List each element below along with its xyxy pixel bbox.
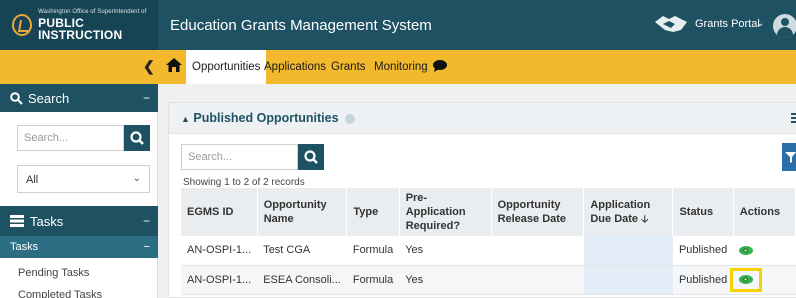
sidebar-tasks-title: Tasks bbox=[30, 213, 64, 229]
view-eye-icon[interactable] bbox=[739, 275, 754, 285]
ospi-logo[interactable]: Washington Office of Superintendent of P… bbox=[0, 0, 158, 50]
main-nav: ❮ Opportunities Applications Grants Moni… bbox=[0, 50, 796, 84]
opportunities-search-button[interactable] bbox=[298, 144, 324, 170]
col-actions: Actions bbox=[733, 188, 796, 236]
cell-pre-application: Yes bbox=[399, 265, 492, 295]
panel-header: ▲ Published Opportunities bbox=[169, 103, 796, 134]
col-release-date[interactable]: Opportunity Release Date bbox=[491, 188, 585, 236]
sidebar-item-tasks[interactable]: Tasks − bbox=[0, 236, 158, 258]
hamburger-menu-icon[interactable] bbox=[791, 113, 796, 125]
panel-title[interactable]: ▲ Published Opportunities bbox=[181, 111, 356, 125]
tab-grants[interactable]: Grants bbox=[331, 50, 366, 84]
app-header: Washington Office of Superintendent of P… bbox=[0, 0, 796, 50]
search-icon bbox=[10, 91, 23, 105]
opportunities-table: EGMS ID Opportunity Name Type Pre-Applic… bbox=[181, 188, 796, 295]
cell-due-date bbox=[583, 236, 673, 266]
collapse-tasks-sub-icon[interactable]: − bbox=[144, 241, 150, 253]
records-count: Showing 1 to 2 of 2 records bbox=[183, 177, 305, 188]
chevron-down-icon: ⌄ bbox=[132, 173, 141, 184]
home-icon[interactable] bbox=[166, 58, 182, 72]
table-row[interactable]: AN-OSPI-1... ESEA Consoli... Formula Yes… bbox=[181, 265, 796, 295]
sort-arrow-down-icon: 🡣 bbox=[641, 213, 649, 225]
sidebar-item-pending-tasks[interactable]: Pending Tasks bbox=[18, 267, 89, 279]
highlighted-view-action[interactable] bbox=[730, 267, 763, 292]
filter-icon bbox=[785, 152, 796, 163]
sidebar-search-title: Search bbox=[28, 90, 70, 106]
sidebar-tasks-header[interactable]: Tasks − bbox=[0, 206, 158, 236]
col-pre-application[interactable]: Pre-Application Required? bbox=[399, 188, 492, 236]
tasks-list-icon bbox=[10, 215, 24, 227]
caret-up-icon: ▲ bbox=[181, 114, 190, 124]
col-status[interactable]: Status bbox=[672, 188, 734, 236]
tab-applications[interactable]: Applications bbox=[264, 50, 326, 84]
cell-type: Formula bbox=[346, 236, 400, 266]
sidebar-filter-select[interactable]: All ⌄ bbox=[17, 165, 150, 193]
cell-actions bbox=[733, 236, 796, 266]
collapse-tasks-icon[interactable]: − bbox=[143, 214, 150, 228]
cell-egms-id: AN-OSPI-1... bbox=[181, 265, 258, 295]
logo-org-small: Washington Office of Superintendent of bbox=[38, 9, 147, 15]
sidebar-search-input[interactable]: Search... bbox=[17, 125, 124, 151]
chat-icon[interactable] bbox=[433, 60, 447, 72]
user-avatar[interactable] bbox=[773, 14, 796, 38]
chevron-down-icon[interactable]: ⌄ bbox=[756, 18, 764, 29]
panel-title-text: Published Opportunities bbox=[193, 111, 339, 125]
app-title: Education Grants Management System bbox=[170, 16, 432, 34]
logo-org-big: PUBLIC INSTRUCTION bbox=[38, 16, 123, 42]
cell-due-date bbox=[583, 265, 673, 295]
main-content: ▲ Published Opportunities Search... Show… bbox=[158, 84, 796, 298]
cell-type: Formula bbox=[346, 265, 400, 295]
cell-actions bbox=[730, 265, 796, 295]
cell-release-date bbox=[491, 265, 584, 295]
sidebar: Search − Search... All ⌄ Tasks − Tasks −… bbox=[0, 84, 158, 298]
cell-release-date bbox=[491, 236, 584, 266]
filter-button[interactable] bbox=[782, 143, 796, 171]
cell-pre-application: Yes bbox=[399, 236, 492, 266]
grants-portal-menu[interactable]: Grants Portal bbox=[695, 18, 760, 30]
col-due-date[interactable]: Application Due Date 🡣 bbox=[583, 188, 674, 236]
handshake-icon bbox=[655, 16, 687, 32]
table-row[interactable]: AN-OSPI-1... Test CGA Formula Yes Publis… bbox=[181, 236, 796, 266]
table-header-row: EGMS ID Opportunity Name Type Pre-Applic… bbox=[181, 188, 796, 236]
cell-egms-id: AN-OSPI-1... bbox=[181, 236, 258, 266]
view-eye-icon[interactable] bbox=[739, 245, 754, 255]
cell-status: Published bbox=[672, 236, 734, 266]
tab-opportunities[interactable]: Opportunities bbox=[186, 50, 267, 84]
tab-monitoring[interactable]: Monitoring bbox=[374, 50, 428, 84]
sidebar-select-value: All bbox=[26, 174, 39, 186]
ospi-logo-icon bbox=[12, 14, 33, 36]
sidebar-item-completed-tasks[interactable]: Completed Tasks bbox=[18, 289, 102, 298]
col-opportunity-name[interactable]: Opportunity Name bbox=[257, 188, 348, 236]
col-egms-id[interactable]: EGMS ID bbox=[181, 188, 258, 236]
search-icon bbox=[304, 150, 318, 164]
cell-opportunity-name[interactable]: Test CGA bbox=[257, 236, 347, 266]
info-icon[interactable] bbox=[345, 113, 356, 124]
cell-status: Published bbox=[672, 265, 734, 295]
search-icon bbox=[130, 131, 144, 145]
collapse-search-icon[interactable]: − bbox=[143, 91, 150, 105]
sidebar-item-tasks-label: Tasks bbox=[10, 241, 39, 253]
col-type[interactable]: Type bbox=[346, 188, 400, 236]
collapse-sidebar-icon[interactable]: ❮ bbox=[143, 58, 155, 75]
cell-opportunity-name[interactable]: ESEA Consoli... bbox=[257, 265, 347, 295]
sidebar-search-button[interactable] bbox=[124, 125, 150, 151]
opportunities-search-input[interactable]: Search... bbox=[181, 144, 298, 170]
sidebar-search-header[interactable]: Search − bbox=[0, 84, 158, 112]
published-opportunities-panel: ▲ Published Opportunities Search... Show… bbox=[168, 102, 796, 298]
